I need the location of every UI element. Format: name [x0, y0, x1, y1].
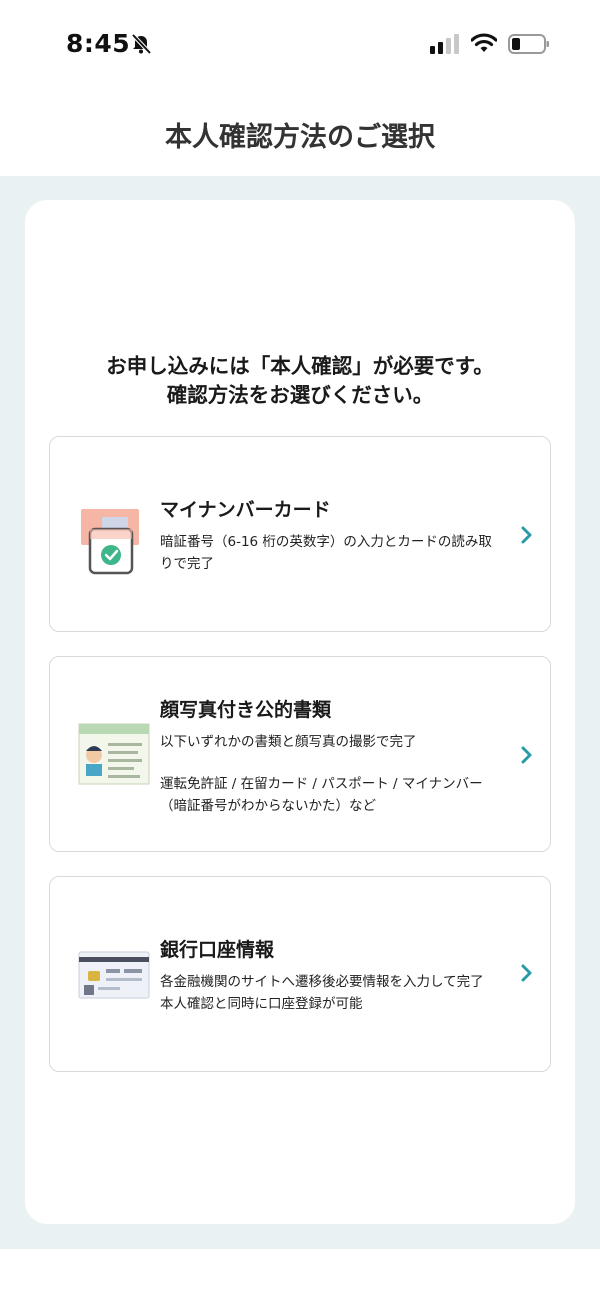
option-my-number-card[interactable]: マイナンバーカード 暗証番号（6-16 桁の英数字）の入力とカードの読み取 りで…: [49, 436, 551, 632]
my-number-card-icon: [81, 509, 139, 575]
option-description: 各金融機関のサイトへ遷移後必要情報を入力して完了 本人確認と同時に口座登録が可能: [160, 971, 510, 1015]
bottom-area: [0, 1249, 600, 1301]
option-description: 以下いずれかの書類と顔写真の撮影で完了 運転免許証 / 在留カード / パスポー…: [160, 731, 510, 817]
option-title: 顔写真付き公的書類: [160, 699, 332, 721]
option-bank-account[interactable]: 銀行口座情報 各金融機関のサイトへ遷移後必要情報を入力して完了 本人確認と同時に…: [49, 876, 551, 1072]
option-desc-line: 暗証番号（6-16 桁の英数字）の入力とカードの読み取: [160, 534, 492, 550]
bank-card-icon: [78, 951, 150, 999]
option-description: 暗証番号（6-16 桁の英数字）の入力とカードの読み取 りで完了: [160, 531, 510, 575]
intro-message: お申し込みには「本人確認」が必要です。 確認方法をお選びください。: [25, 352, 575, 410]
option-desc-line: りで完了: [160, 556, 214, 572]
option-photo-id-document[interactable]: 顔写真付き公的書類 以下いずれかの書類と顔写真の撮影で完了 運転免許証 / 在留…: [49, 656, 551, 852]
intro-line-2: 確認方法をお選びください。: [166, 383, 434, 407]
option-desc-line: 本人確認と同時に口座登録が可能: [160, 996, 363, 1012]
photo-id-document-icon: [78, 723, 150, 785]
chevron-right-icon: [521, 746, 532, 764]
signal-icon: [430, 34, 459, 54]
option-desc-line: 以下いずれかの書類と顔写真の撮影で完了: [160, 734, 417, 750]
battery-icon: [508, 34, 549, 54]
page-title: 本人確認方法のご選択: [165, 122, 435, 153]
option-desc-line: 運転免許証 / 在留カード / パスポート / マイナンバー: [160, 776, 483, 792]
bell-muted-icon: [131, 33, 152, 55]
intro-line-1: お申し込みには「本人確認」が必要です。: [106, 354, 494, 378]
option-desc-line: 各金融機関のサイトへ遷移後必要情報を入力して完了: [160, 974, 484, 990]
option-desc-line: （暗証番号がわからないかた）など: [160, 798, 376, 814]
wifi-icon: [471, 33, 497, 52]
option-title: 銀行口座情報: [160, 939, 275, 961]
option-title: マイナンバーカード: [160, 499, 331, 521]
status-bar: 8:45: [0, 0, 600, 90]
status-time: 8:45: [66, 29, 131, 58]
chevron-right-icon: [521, 964, 532, 982]
chevron-right-icon: [521, 526, 532, 544]
